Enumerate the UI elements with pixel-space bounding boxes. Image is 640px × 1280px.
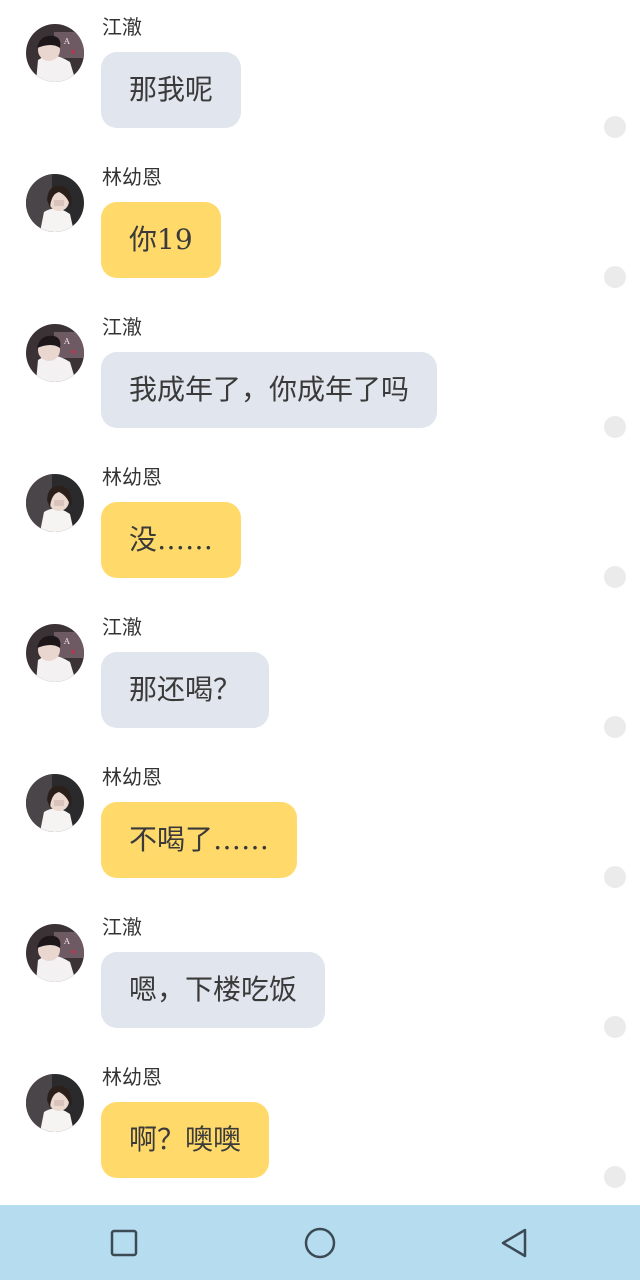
sender-name: 江澈: [102, 315, 142, 339]
sender-name: 江澈: [102, 15, 142, 39]
read-status-dot: [604, 716, 626, 738]
avatar-lin[interactable]: [26, 174, 84, 232]
message-row: 林幼恩 没……: [0, 450, 640, 600]
svg-text:★: ★: [70, 48, 76, 56]
avatar-jiang[interactable]: A ★: [26, 924, 84, 982]
svg-text:★: ★: [70, 948, 76, 956]
message-bubble[interactable]: 那还喝？: [101, 652, 270, 728]
avatar-jiang[interactable]: A ★: [26, 324, 84, 382]
message-row: 林幼恩 不喝了……: [0, 750, 640, 900]
svg-text:A: A: [63, 337, 70, 346]
message-row: A ★ 江澈 那我呢: [0, 0, 640, 150]
sender-name: 林幼恩: [102, 1065, 162, 1089]
message-row: A ★ 江澈 那还喝？: [0, 600, 640, 750]
avatar-lin[interactable]: [26, 474, 84, 532]
read-status-dot: [604, 1166, 626, 1188]
read-status-dot: [604, 1016, 626, 1038]
avatar-jiang[interactable]: A ★: [26, 624, 84, 682]
svg-text:A: A: [63, 937, 70, 946]
message-row: A ★ 江澈 我成年了，你成年了吗: [0, 300, 640, 450]
message-bubble[interactable]: 啊？噢噢: [101, 1102, 270, 1178]
svg-text:A: A: [63, 37, 70, 46]
avatar-jiang[interactable]: A ★: [26, 24, 84, 82]
read-status-dot: [604, 116, 626, 138]
read-status-dot: [604, 566, 626, 588]
triangle-back-icon[interactable]: [494, 1223, 534, 1263]
message-bubble[interactable]: 我成年了，你成年了吗: [101, 352, 438, 428]
message-bubble[interactable]: 嗯，下楼吃饭: [101, 952, 326, 1028]
square-icon[interactable]: [104, 1223, 144, 1263]
message-list[interactable]: A ★ 江澈 那我呢 林幼恩 你19 A ★ 江澈 我成年了，你成年了吗 林幼恩…: [0, 0, 640, 1205]
read-status-dot: [604, 866, 626, 888]
read-status-dot: [604, 416, 626, 438]
system-navigation-bar: [0, 1205, 640, 1280]
svg-text:A: A: [63, 637, 70, 646]
sender-name: 林幼恩: [102, 165, 162, 189]
chat-screen: A ★ 江澈 那我呢 林幼恩 你19 A ★ 江澈 我成年了，你成年了吗 林幼恩…: [0, 0, 640, 1280]
sender-name: 林幼恩: [102, 465, 162, 489]
avatar-lin[interactable]: [26, 774, 84, 832]
svg-text:★: ★: [70, 648, 76, 656]
message-bubble[interactable]: 不喝了……: [101, 802, 298, 878]
read-status-dot: [604, 266, 626, 288]
sender-name: 林幼恩: [102, 765, 162, 789]
message-bubble[interactable]: 你19: [101, 202, 221, 278]
sender-name: 江澈: [102, 615, 142, 639]
message-row: 林幼恩 啊？噢噢: [0, 1050, 640, 1200]
svg-text:★: ★: [70, 348, 76, 356]
avatar-lin[interactable]: [26, 1074, 84, 1132]
message-bubble[interactable]: 没……: [101, 502, 242, 578]
message-row: A ★ 江澈 嗯，下楼吃饭: [0, 900, 640, 1050]
message-bubble[interactable]: 那我呢: [101, 52, 242, 128]
sender-name: 江澈: [102, 915, 142, 939]
message-row: 林幼恩 你19: [0, 150, 640, 300]
circle-icon[interactable]: [300, 1223, 340, 1263]
